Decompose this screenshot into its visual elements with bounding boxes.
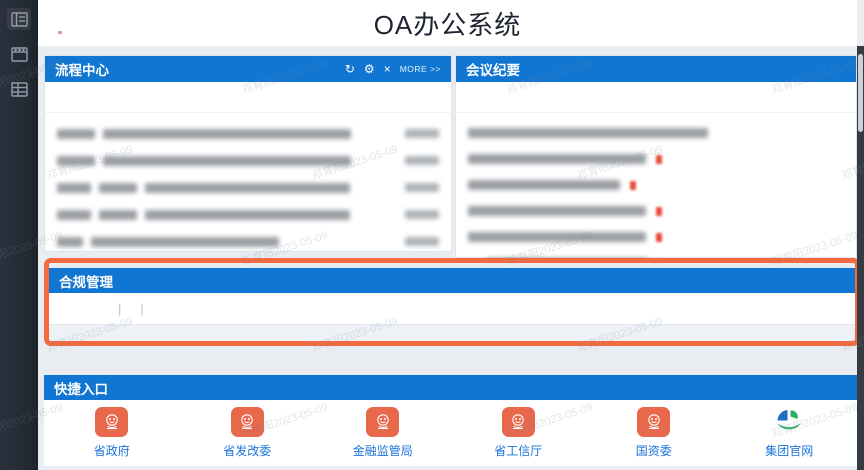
redacted-row-content — [57, 183, 405, 193]
redacted-row-content — [57, 129, 405, 139]
redacted-text — [468, 232, 646, 242]
redacted-text — [468, 154, 646, 164]
compliance-link[interactable] — [135, 301, 143, 316]
emblem-icon — [637, 407, 670, 437]
quick-entry-label: 省政府 — [94, 442, 130, 459]
redacted-date — [405, 237, 439, 246]
process-list-item[interactable] — [57, 201, 439, 228]
scrollbar-thumb[interactable] — [858, 54, 863, 132]
top-header: OA办公系统 — [38, 0, 857, 46]
meeting-minutes-panel: 会议纪要 — [455, 55, 857, 258]
meeting-list-item[interactable] — [468, 146, 844, 172]
redacted-text — [57, 210, 91, 220]
artifact-dot — [58, 31, 62, 34]
process-center-tabs — [45, 82, 451, 113]
compliance-link[interactable] — [113, 301, 121, 316]
process-center-title: 流程中心 — [55, 59, 109, 79]
redacted-row-content — [57, 156, 405, 166]
emblem-icon — [95, 407, 128, 437]
redacted-row-content — [468, 180, 844, 190]
redacted-row-content — [468, 154, 844, 164]
redacted-text — [103, 156, 351, 166]
sidebar-kanban-icon[interactable] — [7, 43, 31, 65]
sidebar-table-icon[interactable] — [7, 78, 31, 100]
new-indicator — [656, 207, 662, 216]
compliance-title: 合规管理 — [59, 271, 113, 291]
process-list-item[interactable] — [57, 120, 439, 147]
quick-entry-item[interactable]: 金融监管局 — [315, 407, 451, 459]
new-indicator — [656, 155, 662, 164]
close-icon[interactable]: × — [384, 63, 391, 75]
process-center-tools: ↻ ⚙ × MORE >> — [345, 63, 441, 75]
meeting-minutes-title: 会议纪要 — [466, 59, 520, 79]
new-indicator — [630, 181, 636, 190]
meeting-list-item[interactable] — [468, 172, 844, 198]
compliance-header: 合规管理 — [49, 268, 855, 293]
compliance-footer-strip — [49, 324, 855, 337]
refresh-icon[interactable]: ↻ — [345, 63, 355, 75]
quick-entry-item[interactable]: 国资委 — [586, 407, 722, 459]
quick-entry-label: 集团官网 — [765, 442, 813, 459]
redacted-text — [145, 183, 350, 193]
meeting-minutes-header: 会议纪要 — [456, 56, 856, 82]
quick-entry-panel: 快捷入口 省政府 — [44, 375, 857, 466]
redacted-text — [468, 180, 620, 190]
meeting-minutes-tabs — [456, 82, 856, 113]
redacted-date — [405, 183, 439, 192]
redacted-text — [91, 237, 279, 247]
redacted-text — [57, 156, 95, 166]
more-link[interactable]: MORE >> — [400, 64, 441, 74]
redacted-row-content — [468, 206, 844, 216]
redacted-row-content — [57, 237, 405, 247]
redacted-text — [99, 183, 137, 193]
process-center-header: 流程中心 ↻ ⚙ × MORE >> — [45, 56, 451, 82]
sidebar-list-panel-icon[interactable] — [7, 8, 31, 30]
emblem-icon — [231, 407, 264, 437]
compliance-links-row — [49, 293, 855, 324]
redacted-text — [103, 129, 351, 139]
process-list-item[interactable] — [57, 147, 439, 174]
process-list-item[interactable] — [57, 228, 439, 255]
redacted-date — [405, 156, 439, 165]
emblem-icon — [502, 407, 535, 437]
process-list-item[interactable] — [57, 174, 439, 201]
redacted-date — [405, 129, 439, 138]
quick-entry-label: 省发改委 — [223, 442, 271, 459]
meeting-minutes-list — [456, 113, 856, 276]
redacted-text — [145, 210, 350, 220]
settings-gear-icon[interactable]: ⚙ — [364, 63, 375, 75]
redacted-text — [468, 128, 708, 138]
quick-entry-item[interactable]: 省工信厅 — [451, 407, 587, 459]
process-center-panel: 流程中心 ↻ ⚙ × MORE >> — [44, 55, 452, 252]
group-logo-icon — [773, 407, 806, 437]
quick-entry-title: 快捷入口 — [54, 378, 108, 398]
meeting-list-item[interactable] — [468, 120, 844, 146]
compliance-highlight-box: 合规管理 — [44, 258, 860, 346]
meeting-list-item[interactable] — [468, 198, 844, 224]
quick-entry-label: 省工信厅 — [494, 442, 542, 459]
quick-entry-item[interactable]: 省政府 — [44, 407, 180, 459]
quick-entry-label: 金融监管局 — [353, 442, 413, 459]
process-center-list — [45, 113, 451, 255]
redacted-text — [57, 183, 91, 193]
scrollbar-track[interactable] — [857, 46, 864, 470]
emblem-icon — [366, 407, 399, 437]
redacted-row-content — [468, 232, 844, 242]
redacted-row-content — [57, 210, 405, 220]
quick-entry-label: 国资委 — [636, 442, 672, 459]
redacted-row-content — [468, 128, 844, 138]
meeting-list-item[interactable] — [468, 224, 844, 250]
quick-entry-item[interactable]: 集团官网 — [722, 407, 858, 459]
redacted-text — [99, 210, 137, 220]
page-title: OA办公系统 — [374, 5, 522, 42]
redacted-text — [57, 129, 95, 139]
redacted-date — [405, 210, 439, 219]
quick-entry-body: 省政府 省发改委 — [44, 400, 857, 466]
new-indicator — [656, 233, 662, 242]
quick-entry-item[interactable]: 省发改委 — [180, 407, 316, 459]
quick-entry-header: 快捷入口 — [44, 375, 857, 400]
left-sidebar — [0, 0, 38, 470]
redacted-text — [57, 237, 83, 247]
redacted-text — [468, 206, 646, 216]
